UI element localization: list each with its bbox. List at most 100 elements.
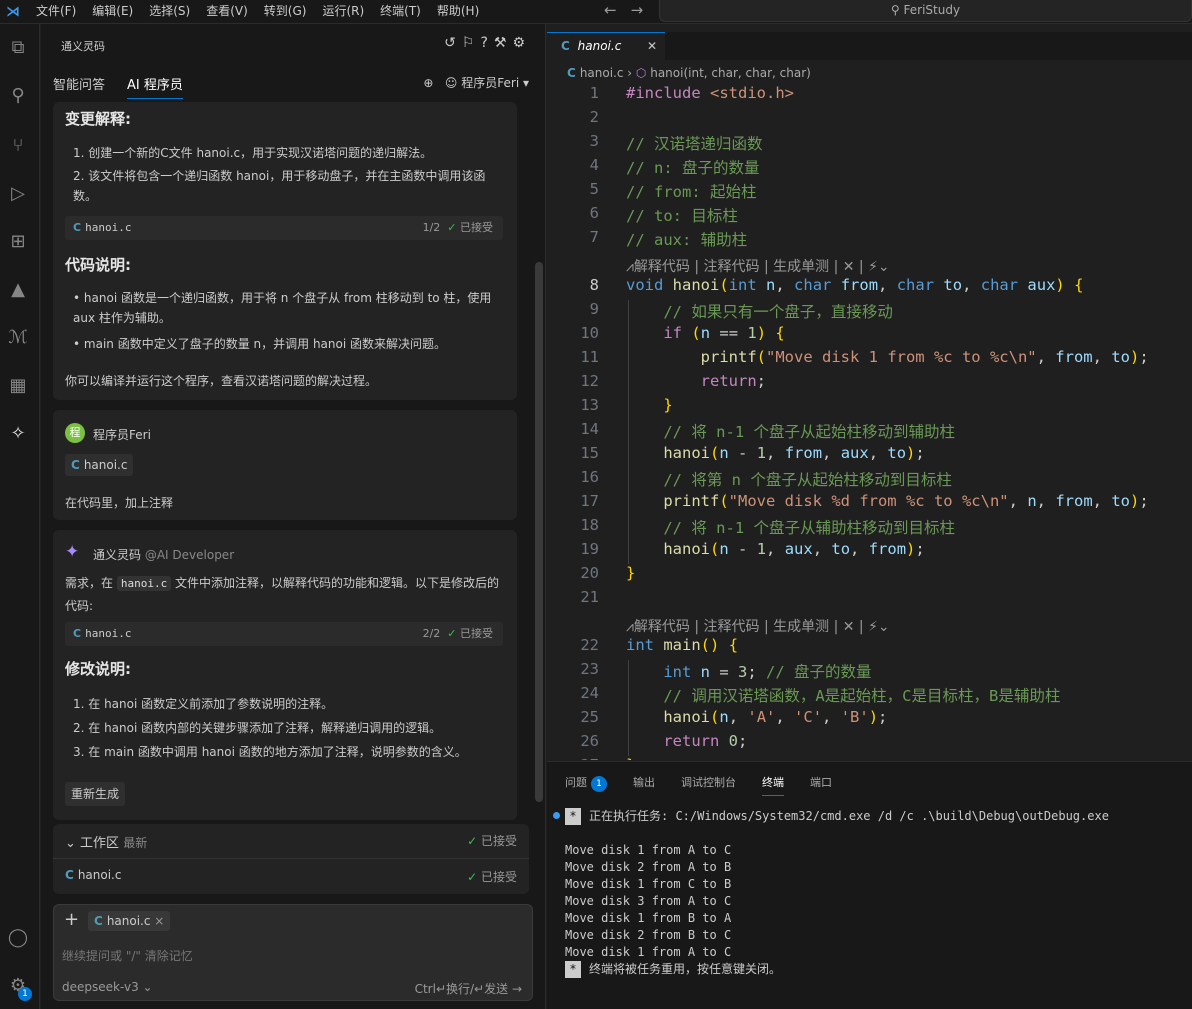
menu-edit[interactable]: 编辑(E) (84, 0, 141, 24)
indent-guide (628, 444, 629, 468)
add-session-icon[interactable]: ⊕ (423, 76, 437, 90)
menu-terminal[interactable]: 终端(T) (372, 0, 429, 24)
scrollbar[interactable] (535, 262, 543, 802)
asterisk-icon: * (565, 808, 581, 825)
reuse-line: * 终端将被任务重用，按任意键关闭。 (565, 961, 1109, 978)
tab-ports[interactable]: 端口 (810, 774, 832, 796)
accepted-status: 已接受 (480, 834, 517, 848)
output-line: Move disk 2 from B to C (565, 928, 732, 942)
code-editor[interactable]: 1 #include <stdio.h> 2 3// 汉诺塔递归函数 4// n: 盘子… (547, 84, 1192, 760)
file-reference[interactable]: Chanoi.c 1/2 ✓ 已接受 (65, 216, 503, 240)
ai-response-card: 变更解释: 1. 创建一个新的C文件 hanoi.c，用于实现汉诺塔问题的递归解… (53, 102, 517, 400)
code-line: // 将 n-1 个盘子从起始柱移动到辅助柱 (663, 423, 955, 441)
model-selector[interactable]: deepseek-v3 ⌄ (62, 980, 153, 994)
history-icon[interactable]: ↺ (444, 35, 462, 51)
tab-ai-programmer[interactable]: AI 程序员 (127, 74, 183, 99)
file-chip[interactable]: Chanoi.c × (88, 911, 171, 931)
task-indicator-icon (553, 812, 560, 819)
breadcrumb-file[interactable]: hanoi.c (580, 66, 624, 80)
menu-selection[interactable]: 选择(S) (141, 0, 198, 24)
c-file-icon: C (94, 914, 103, 928)
file-chip[interactable]: Chanoi.c (65, 454, 134, 476)
bottom-panel: 问题 1 输出 调试控制台 终端 端口 * 正在执行任务: C:/Windows/S… (547, 761, 1192, 1009)
regenerate-button[interactable]: 重新生成 (65, 782, 126, 806)
tongyi-icon[interactable]: ✧ (6, 422, 30, 446)
c-file-icon: C (73, 627, 82, 640)
menu-run[interactable]: 运行(R) (314, 0, 372, 24)
user-icon: ☺ (444, 76, 462, 90)
tab-smart-qa[interactable]: 智能问答 (53, 74, 105, 99)
azure-icon[interactable]: ▲ (6, 278, 30, 302)
latest-filter[interactable]: 最新 (123, 836, 147, 850)
feedback-icon[interactable]: ⚐ (462, 35, 481, 51)
menu-file[interactable]: 文件(F) (28, 0, 84, 24)
workspace-name: FeriStudy (903, 3, 961, 17)
accepted-status: 已接受 (460, 627, 493, 640)
codelens-actions[interactable]: ⩘解释代码 | 注释代码 | 生成单测 | ✕ | ⚡⌄ (626, 256, 890, 276)
back-arrow-icon[interactable]: ← (604, 1, 631, 19)
extensions-icon[interactable]: ⊞ (6, 230, 30, 254)
lingma-m-icon[interactable]: ℳ (6, 326, 30, 350)
file-count: 2/2 (422, 627, 441, 640)
line-number: 8 (589, 276, 599, 294)
tab-debug-console[interactable]: 调试控制台 (681, 774, 736, 796)
indent-guide (628, 732, 629, 756)
tab-problems[interactable]: 问题 1 (565, 774, 607, 796)
source-control-icon[interactable]: ⑂ (6, 134, 30, 158)
terminal-output[interactable]: * 正在执行任务: C:/Windows/System32/cmd.exe /d … (565, 808, 1109, 978)
explorer-icon[interactable]: ⧉ (6, 36, 30, 60)
output-line: Move disk 3 from A to C (565, 894, 732, 908)
workspace-file[interactable]: Chanoi.c (65, 868, 121, 882)
settings-icon[interactable]: ⚙ (512, 35, 531, 51)
conversation-scroll[interactable]: 变更解释: 1. 创建一个新的C文件 hanoi.c，用于实现汉诺塔问题的递归解… (41, 102, 546, 822)
user-message: 在代码里，加上注释 (65, 496, 174, 510)
tab-terminal[interactable]: 终端 (762, 774, 784, 796)
help-icon[interactable]: ? (480, 35, 493, 51)
codelens-actions[interactable]: ⩘解释代码 | 注释代码 | 生成单测 | ✕ | ⚡⌄ (626, 616, 890, 636)
indent-guide (628, 468, 629, 492)
code-line: // 汉诺塔递归函数 (626, 135, 763, 153)
line-number: 13 (580, 396, 599, 414)
chat-input[interactable]: 继续提问或 "/" 清除记忆 (62, 947, 193, 964)
account-icon[interactable]: ◯ (6, 926, 30, 950)
menu-go[interactable]: 转到(G) (256, 0, 315, 24)
workspace-header[interactable]: ⌄ 工作区 最新 (65, 832, 147, 851)
breadcrumb: Chanoi.c › ⬡ hanoi(int, char, char, char… (567, 66, 811, 80)
search-icon[interactable]: ⚲ (6, 84, 30, 108)
code-line: } (663, 396, 673, 414)
code-line: int main() { (626, 636, 739, 654)
file-name: hanoi.c (85, 221, 132, 234)
line-number: 23 (580, 660, 599, 678)
file-reference[interactable]: Chanoi.c 2/2 ✓ 已接受 (65, 622, 503, 646)
panel-tabs-right: ⊕ ☺ 程序员Feri ▾ (423, 74, 529, 91)
line-number: 18 (580, 516, 599, 534)
add-context-icon[interactable]: + (64, 909, 79, 930)
forward-arrow-icon[interactable]: → (631, 1, 658, 19)
file-status: ✓ 已接受 (467, 868, 517, 885)
line-number: 11 (580, 348, 599, 366)
breadcrumb-symbol[interactable]: hanoi(int, char, char, char) (650, 66, 811, 80)
tab-output[interactable]: 输出 (633, 774, 655, 796)
tab-hanoi-c[interactable]: C hanoi.c ✕ (547, 32, 665, 60)
command-center-search[interactable]: ⚲ FeriStudy (659, 0, 1192, 22)
indent-guide (628, 684, 629, 708)
code-line: // 将 n-1 个盘子从辅助柱移动到目标柱 (663, 519, 955, 537)
line-number: 19 (580, 540, 599, 558)
user-message-card: 程 程序员Feri Chanoi.c 在代码里，加上注释 (53, 410, 517, 520)
run-debug-icon[interactable]: ▷ (6, 182, 30, 206)
output-line: Move disk 1 from A to C (565, 843, 732, 857)
code-line: hanoi(n, 'A', 'C', 'B'); (663, 708, 888, 726)
line-number: 10 (580, 324, 599, 342)
code-line: // n: 盘子的数量 (626, 159, 760, 177)
wrench-icon[interactable]: ⚒ (494, 35, 513, 51)
list-item: • main 函数中定义了盘子的数量 n，并调用 hanoi 函数来解决问题。 (73, 337, 446, 351)
close-icon[interactable]: ✕ (647, 33, 657, 59)
menu-view[interactable]: 查看(V) (198, 0, 256, 24)
send-arrow-icon[interactable]: → (512, 982, 522, 996)
chip-icon[interactable]: ▦ (6, 374, 30, 398)
close-icon[interactable]: × (154, 914, 164, 928)
menu-help[interactable]: 帮助(H) (429, 0, 487, 24)
chevron-down-icon[interactable]: ▾ (519, 76, 529, 90)
line-number: 25 (580, 708, 599, 726)
user-selector[interactable]: 程序员Feri (461, 76, 519, 90)
